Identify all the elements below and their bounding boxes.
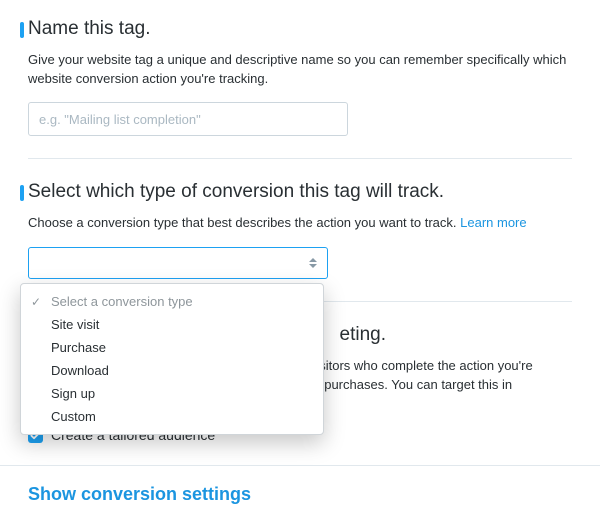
dropdown-option-label: Download: [51, 363, 109, 378]
section-name-tag: Name this tag. Give your website tag a u…: [28, 18, 572, 159]
footer: Show conversion settings: [0, 465, 600, 523]
tag-name-input[interactable]: [28, 102, 348, 136]
dropdown-option-label: Purchase: [51, 340, 106, 355]
show-conversion-settings-button[interactable]: Show conversion settings: [28, 474, 251, 505]
section-type-description: Choose a conversion type that best descr…: [28, 214, 572, 233]
dropdown-option-label: Sign up: [51, 386, 95, 401]
conversion-type-select-wrap: ✓ Select a conversion type Site visit Pu…: [28, 247, 572, 279]
select-stepper-icon: [309, 254, 321, 272]
dropdown-option-label: Custom: [51, 409, 96, 424]
dropdown-option-custom[interactable]: Custom: [21, 405, 323, 428]
section-audience-title-tail: eting.: [340, 324, 386, 345]
dropdown-option-site-visit[interactable]: Site visit: [21, 313, 323, 336]
check-icon: ✓: [31, 295, 41, 309]
section-name-description: Give your website tag a unique and descr…: [28, 51, 572, 89]
dropdown-option-signup[interactable]: Sign up: [21, 382, 323, 405]
section-type-title: Select which type of conversion this tag…: [28, 181, 572, 204]
section-accent: [20, 185, 24, 201]
dropdown-option-purchase[interactable]: Purchase: [21, 336, 323, 359]
section-type-desc-text: Choose a conversion type that best descr…: [28, 215, 460, 230]
dropdown-option-label: Site visit: [51, 317, 99, 332]
conversion-type-select[interactable]: [28, 247, 328, 279]
section-accent: [20, 22, 24, 38]
conversion-type-dropdown: ✓ Select a conversion type Site visit Pu…: [20, 283, 324, 435]
section-conversion-type: Select which type of conversion this tag…: [28, 181, 572, 302]
dropdown-option-label: Select a conversion type: [51, 294, 193, 309]
learn-more-link[interactable]: Learn more: [460, 215, 526, 230]
dropdown-option-placeholder[interactable]: ✓ Select a conversion type: [21, 290, 323, 313]
section-name-title: Name this tag.: [28, 18, 572, 41]
conversion-tag-form: Name this tag. Give your website tag a u…: [0, 0, 600, 465]
dropdown-option-download[interactable]: Download: [21, 359, 323, 382]
